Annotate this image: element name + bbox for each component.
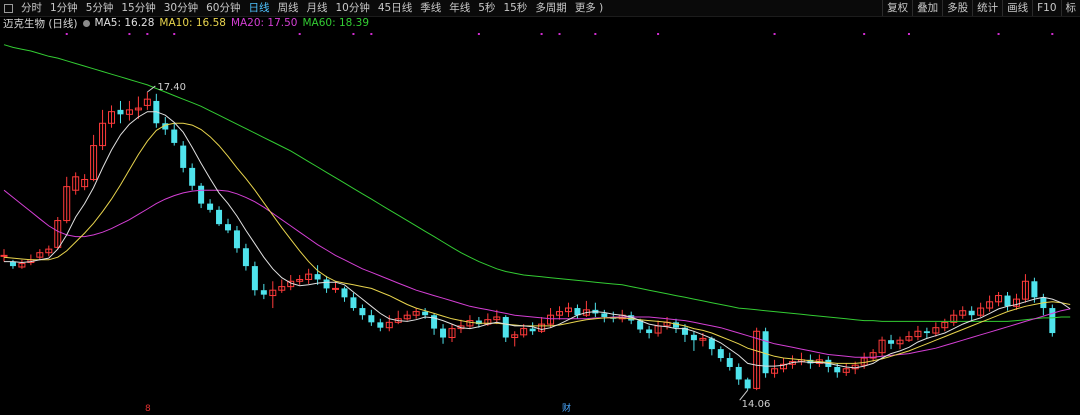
event-marker bbox=[477, 33, 480, 35]
event-marker bbox=[65, 33, 68, 35]
candle-body bbox=[260, 290, 267, 295]
event-marker bbox=[540, 33, 543, 35]
candle-body bbox=[198, 185, 205, 204]
event-marker bbox=[370, 33, 373, 35]
candle-body bbox=[314, 274, 321, 280]
candle-body bbox=[117, 109, 124, 115]
candle-body bbox=[888, 340, 895, 344]
candle-body bbox=[332, 287, 340, 290]
candle-body bbox=[834, 366, 841, 373]
candle-body bbox=[171, 129, 178, 143]
candlestick-chart[interactable]: 17.40 14.06 8 财 bbox=[0, 0, 1080, 415]
candle-body bbox=[735, 366, 742, 380]
bottom-marker-left: 8 bbox=[145, 404, 151, 414]
event-marker bbox=[773, 33, 776, 35]
candle-body bbox=[350, 297, 357, 309]
ma20-line bbox=[3, 189, 1071, 358]
candle-body bbox=[1031, 281, 1038, 298]
candle-body bbox=[762, 331, 769, 374]
event-marker bbox=[863, 33, 866, 35]
candle-body bbox=[646, 329, 653, 334]
bottom-marker-finance: 财 bbox=[562, 402, 571, 414]
event-marker bbox=[997, 33, 1000, 35]
candle-body bbox=[368, 315, 375, 323]
high-label: 17.40 bbox=[157, 82, 186, 93]
event-marker bbox=[298, 33, 301, 35]
event-marker bbox=[907, 33, 910, 35]
candle-body bbox=[189, 167, 196, 186]
event-marker bbox=[146, 33, 149, 35]
candle-body bbox=[422, 311, 429, 316]
candle-body bbox=[529, 328, 536, 332]
candle-body bbox=[690, 334, 697, 341]
candle-body bbox=[744, 379, 751, 389]
candle-body bbox=[341, 288, 348, 298]
candle-body bbox=[377, 322, 384, 328]
low-label: 14.06 bbox=[742, 399, 771, 410]
event-marker bbox=[657, 33, 660, 35]
candle-body bbox=[726, 358, 733, 367]
candle-body bbox=[440, 328, 447, 338]
event-marker bbox=[1051, 33, 1054, 35]
ma5-line bbox=[4, 111, 1071, 369]
candle-body bbox=[225, 224, 231, 231]
candle-body bbox=[502, 316, 509, 338]
candle-body bbox=[207, 203, 214, 210]
candle-body bbox=[0, 254, 8, 257]
candle-body bbox=[1049, 308, 1056, 334]
candle-body bbox=[1004, 295, 1011, 307]
candle-body bbox=[359, 308, 366, 316]
candle-body bbox=[323, 279, 330, 289]
candle-body bbox=[968, 310, 975, 316]
candle-body bbox=[251, 266, 258, 291]
candle-body bbox=[233, 230, 240, 249]
event-marker bbox=[594, 33, 597, 35]
event-marker bbox=[173, 33, 176, 35]
candle-body bbox=[717, 349, 724, 359]
candle-body bbox=[216, 209, 223, 225]
candle-body bbox=[923, 331, 930, 334]
event-marker bbox=[352, 33, 355, 35]
candle-body bbox=[180, 145, 187, 168]
candle-body bbox=[601, 313, 608, 317]
candle-body bbox=[242, 248, 249, 267]
event-marker bbox=[558, 33, 561, 35]
event-marker bbox=[128, 33, 131, 35]
ma10-line bbox=[3, 122, 1071, 364]
